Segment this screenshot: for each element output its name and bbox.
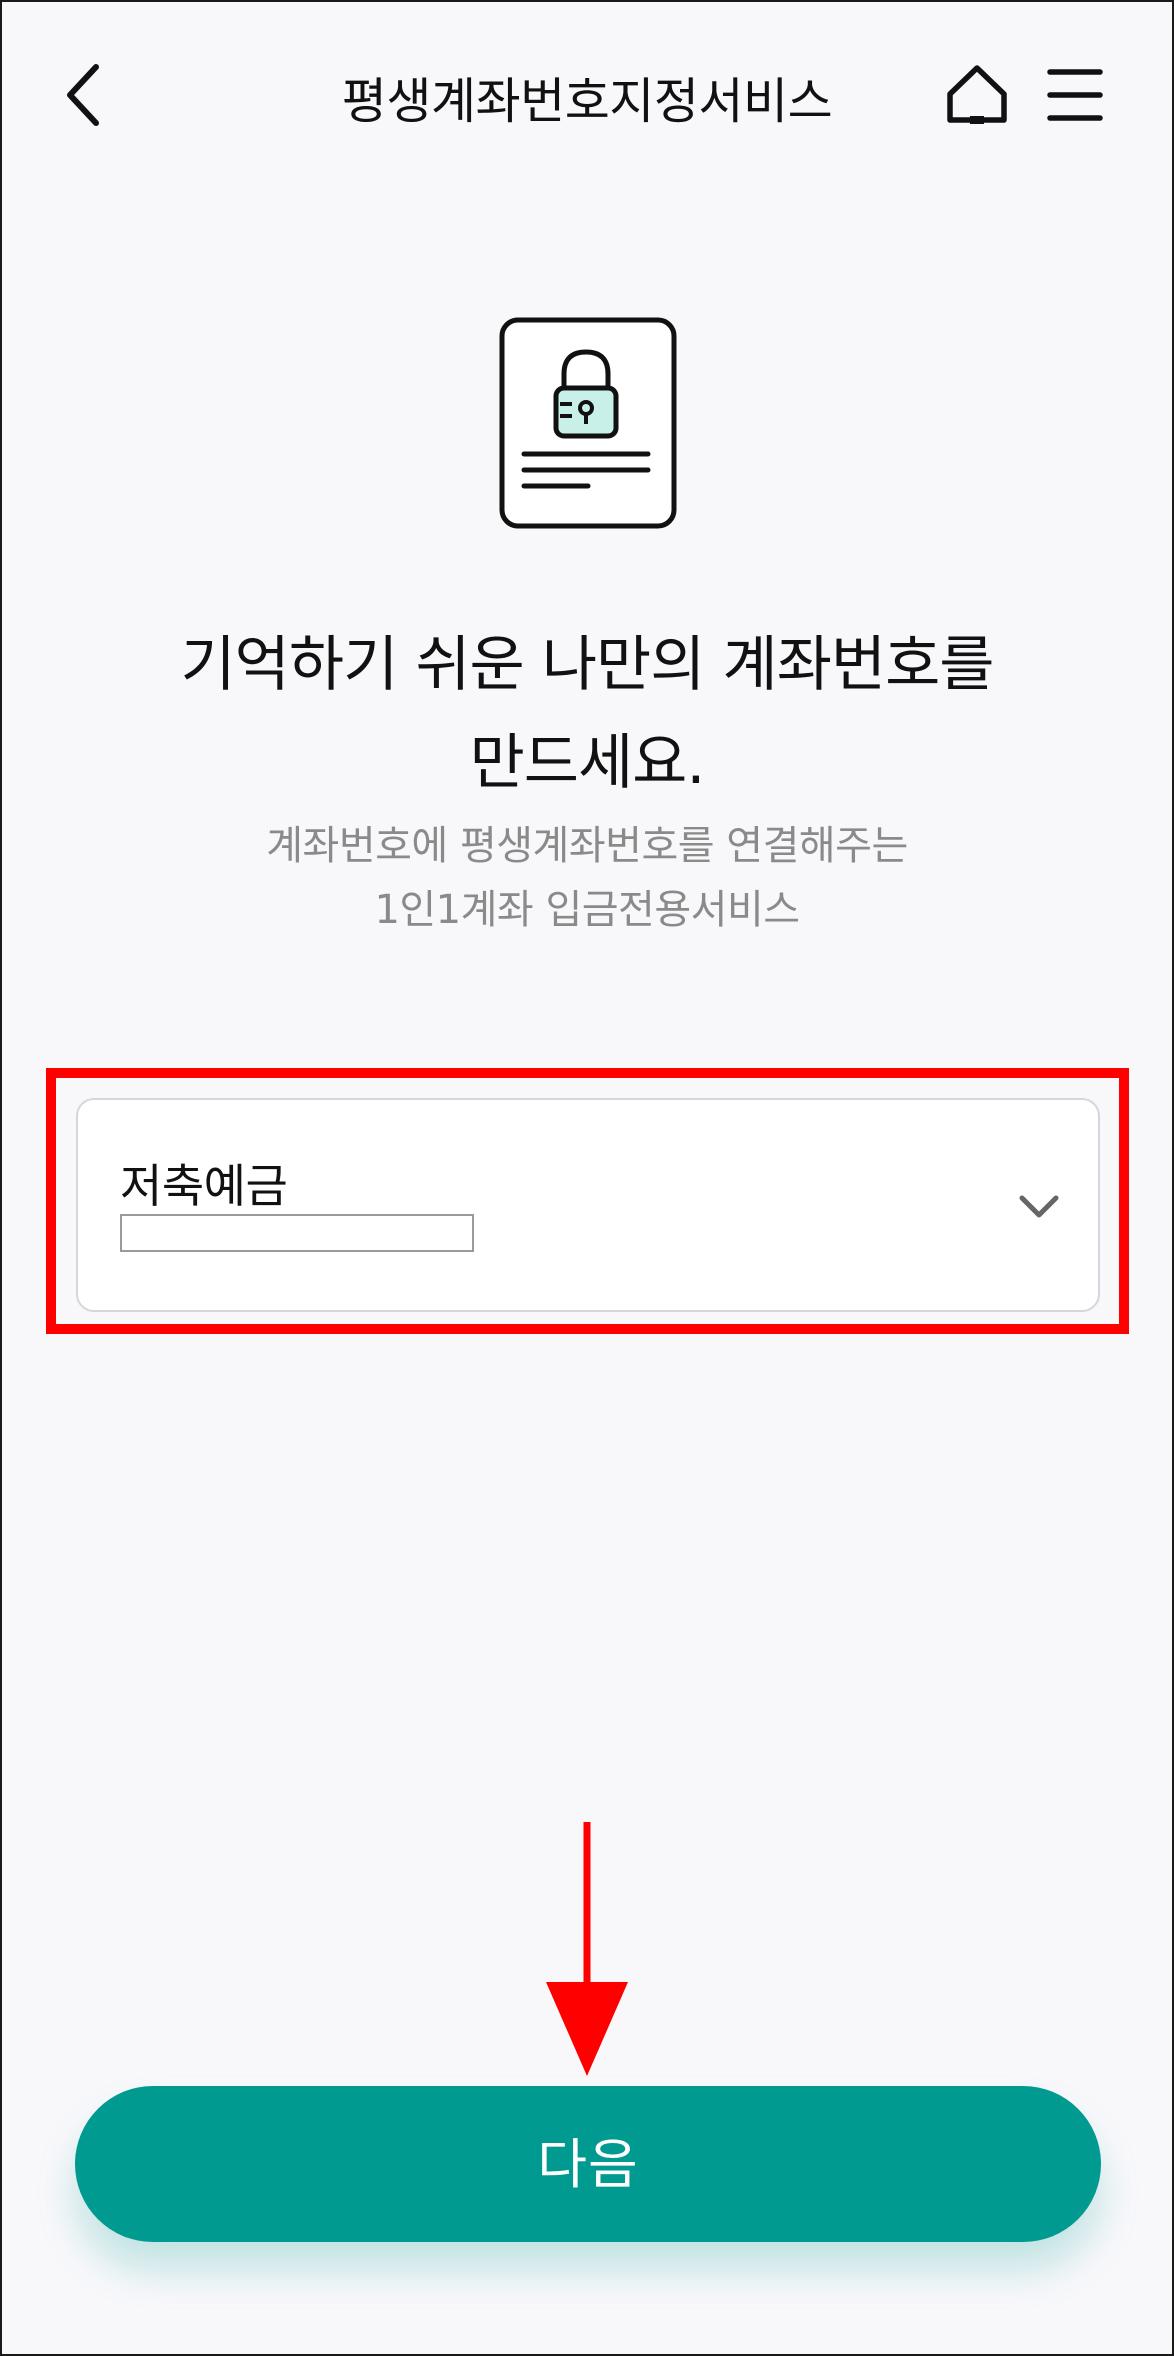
app-screen: 평생계좌번호지정서비스 기억하기 쉬운 나만의 계좌번호를 만드세요. 계좌번호… [0, 0, 1174, 2356]
next-button[interactable]: 다음 [75, 2086, 1101, 2242]
headline-line-2: 만드세요. [469, 728, 706, 798]
account-number-redacted [120, 1214, 474, 1252]
header: 평생계좌번호지정서비스 [2, 2, 1172, 192]
menu-button[interactable] [1040, 60, 1110, 130]
account-type-label: 저축예금 [120, 1159, 288, 1213]
home-button[interactable] [942, 60, 1012, 130]
description-line-2: 1인1계좌 입금전용서비스 [374, 887, 800, 933]
account-select-dropdown[interactable]: 저축예금 [76, 1098, 1100, 1312]
description: 계좌번호에 평생계좌번호를 연결해주는 1인1계좌 입금전용서비스 [2, 814, 1172, 942]
description-line-1: 계좌번호에 평생계좌번호를 연결해주는 [266, 823, 908, 869]
home-icon [947, 65, 1007, 124]
chevron-down-icon [1019, 1195, 1059, 1218]
headline: 기억하기 쉬운 나만의 계좌번호를 만드세요. [2, 616, 1172, 812]
red-arrow-annotation [546, 1822, 628, 2076]
hamburger-menu-icon [1047, 69, 1103, 121]
locked-document-icon [499, 317, 677, 529]
headline-line-1: 기억하기 쉬운 나만의 계좌번호를 [180, 630, 994, 700]
locked-document-illustration [498, 316, 678, 530]
